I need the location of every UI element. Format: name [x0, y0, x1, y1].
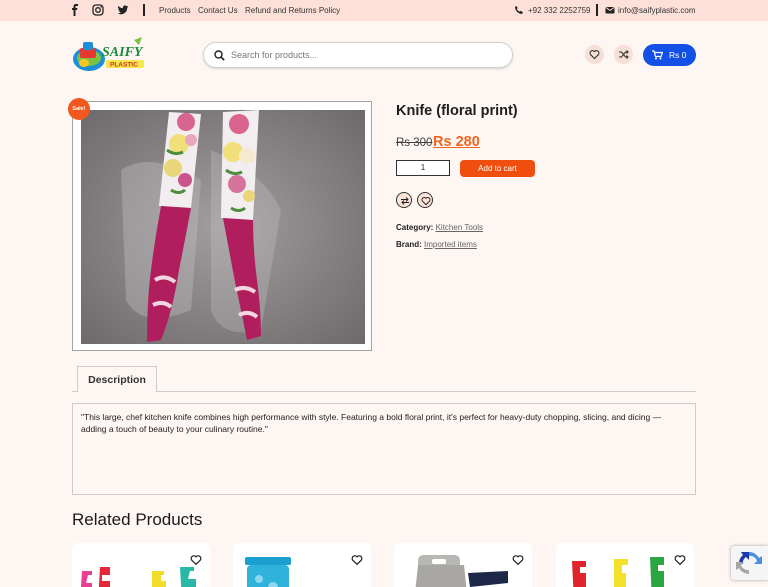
product-title: Knife (floral print) [396, 103, 518, 119]
envelope-icon [605, 7, 615, 14]
heart-icon[interactable] [512, 554, 524, 566]
category-label: Category: [396, 223, 434, 232]
site-header: SAIFY PLASTIC Search for products... Rs … [0, 21, 768, 91]
divider [596, 4, 598, 16]
related-products-heading: Related Products [72, 510, 203, 529]
recaptcha-icon [736, 551, 762, 575]
add-to-cart-button[interactable]: Add to cart [460, 160, 535, 177]
search-bar[interactable]: Search for products... [203, 42, 513, 68]
search-input[interactable]: Search for products... [231, 50, 317, 60]
product-brand: Brand: Imported items [396, 240, 477, 249]
brand-link[interactable]: Imported items [424, 240, 477, 249]
product-gallery[interactable] [72, 101, 372, 351]
cart-button[interactable]: Rs 0 [643, 44, 696, 66]
phone-icon [515, 6, 523, 14]
phone-number[interactable]: +92 332 2252759 [528, 6, 591, 15]
tab-description[interactable]: Description [77, 366, 157, 392]
related-product-card[interactable] [394, 543, 532, 587]
product-image[interactable] [81, 110, 365, 344]
svg-text:PLASTIC: PLASTIC [110, 62, 138, 69]
saify-plastic-logo[interactable]: SAIFY PLASTIC [72, 36, 146, 74]
heart-icon[interactable] [351, 554, 363, 566]
shuffle-icon [619, 50, 629, 59]
product-category: Category: Kitchen Tools [396, 223, 483, 232]
search-icon [214, 50, 225, 61]
topbar-link-refund[interactable]: Refund and Returns Policy [245, 6, 340, 15]
cart-total: Rs 0 [669, 50, 687, 60]
email-address[interactable]: info@saifyplastic.com [618, 6, 695, 15]
add-to-wishlist-button[interactable] [417, 192, 433, 208]
heart-icon [589, 50, 600, 60]
related-product-card[interactable] [233, 543, 371, 587]
twitter-icon[interactable] [117, 4, 129, 16]
quantity-input[interactable]: 1 [396, 160, 450, 176]
divider [143, 4, 145, 16]
top-bar: Products Contact Us Refund and Returns P… [0, 0, 768, 21]
facebook-icon[interactable] [69, 4, 81, 16]
wishlist-button[interactable] [585, 45, 604, 64]
brand-label: Brand: [396, 240, 422, 249]
tab-divider [72, 391, 696, 392]
heart-icon [420, 196, 431, 205]
regular-price: Rs 300 [396, 137, 433, 149]
compare-product-button[interactable] [396, 192, 412, 208]
cart-icon [652, 50, 663, 60]
knife-photo [81, 110, 365, 344]
heart-icon[interactable] [674, 554, 686, 566]
sale-badge: Sale! [68, 98, 90, 120]
compare-arrows-icon [400, 196, 409, 205]
instagram-icon[interactable] [92, 4, 104, 16]
related-product-card[interactable] [556, 543, 694, 587]
topbar-link-products[interactable]: Products [159, 6, 191, 15]
svg-text:SAIFY: SAIFY [102, 45, 144, 60]
related-product-card[interactable] [72, 543, 210, 587]
category-link[interactable]: Kitchen Tools [436, 223, 483, 232]
recaptcha-badge[interactable] [731, 546, 768, 580]
description-panel: "This large, chef kitchen knife combines… [72, 403, 696, 495]
heart-icon[interactable] [190, 554, 202, 566]
topbar-link-contact[interactable]: Contact Us [198, 6, 238, 15]
sale-price: Rs 280 [433, 134, 480, 150]
compare-button[interactable] [614, 45, 633, 64]
